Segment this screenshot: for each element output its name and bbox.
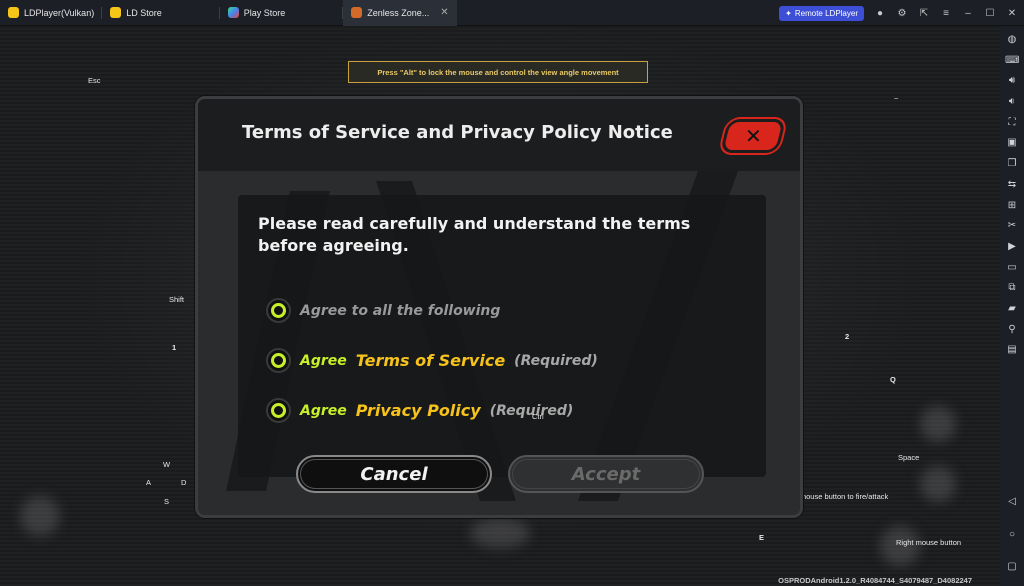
copy-icon[interactable]: ⧉ bbox=[1005, 281, 1019, 295]
dialog-close-button[interactable]: ✕ bbox=[719, 119, 787, 153]
close-window-icon[interactable]: ✕ bbox=[1006, 8, 1018, 19]
tab-label: Zenless Zone... bbox=[367, 7, 430, 18]
title-bar: LDPlayer(Vulkan) LD Store Play Store Zen… bbox=[0, 0, 1024, 26]
key-hint-e: E bbox=[759, 533, 765, 542]
minimize-icon[interactable]: – bbox=[962, 8, 974, 19]
keyboard-icon[interactable]: ▭ bbox=[1005, 261, 1019, 275]
close-tab-icon[interactable]: ✕ bbox=[440, 7, 448, 18]
maximize-icon[interactable]: ☐ bbox=[984, 8, 996, 19]
key-hint-q: Q bbox=[890, 375, 896, 384]
key-hint-right-mouse: Right mouse button bbox=[896, 538, 962, 547]
key-hint-esc: Esc bbox=[88, 76, 101, 85]
apk-install-icon[interactable]: ⊞ bbox=[1005, 199, 1019, 213]
terms-notice: Please read carefully and understand the… bbox=[258, 214, 691, 255]
privacy-policy-link[interactable]: Privacy Policy bbox=[356, 401, 481, 420]
window-controls: ✦ Remote LDPlayer ● ⚙ ⇱ ≡ – ☐ ✕ bbox=[779, 0, 1018, 26]
agree-tos-option[interactable]: Agree Terms of Service (Required) bbox=[266, 348, 598, 373]
game-view[interactable]: Esc ~ Shift 1 2 F1 F2 Q F Space W A D S … bbox=[0, 26, 1000, 586]
key-hint-d: D bbox=[181, 478, 187, 487]
keyboard-mapping-icon[interactable]: ◍ bbox=[1005, 33, 1019, 47]
terms-dialog: Terms of Service and Privacy Policy Noti… bbox=[195, 96, 803, 518]
record-icon[interactable]: ▣ bbox=[1005, 136, 1019, 150]
remote-ldplayer-button[interactable]: ✦ Remote LDPlayer bbox=[779, 5, 864, 21]
accept-button[interactable]: Accept bbox=[508, 455, 704, 493]
multi-instance-icon[interactable]: ❐ bbox=[1005, 157, 1019, 171]
video-icon[interactable]: ▶ bbox=[1005, 240, 1019, 254]
key-hint-space: Space bbox=[898, 453, 920, 462]
gamepad-icon[interactable]: ⌨ bbox=[1005, 54, 1019, 68]
radio-button-icon[interactable] bbox=[266, 348, 291, 373]
tab-ld-store[interactable]: LD Store bbox=[102, 0, 220, 26]
home-icon[interactable]: ○ bbox=[1005, 528, 1019, 542]
key-hint-1: 1 bbox=[172, 343, 177, 352]
alt-lock-banner: Press "Alt" to lock the mouse and contro… bbox=[348, 61, 648, 83]
account-icon[interactable]: ● bbox=[874, 8, 886, 19]
folder-icon[interactable]: ▰ bbox=[1005, 302, 1019, 316]
tab-ldplayer[interactable]: LDPlayer(Vulkan) bbox=[0, 0, 103, 26]
radio-button-icon[interactable] bbox=[266, 398, 291, 423]
cancel-button[interactable]: Cancel bbox=[296, 455, 492, 493]
terms-panel: Please read carefully and understand the… bbox=[238, 195, 766, 477]
screenshot-icon[interactable]: ⛶ bbox=[1005, 116, 1019, 130]
tab-zenless-zone[interactable]: Zenless Zone... ✕ bbox=[343, 0, 457, 26]
scissors-icon[interactable]: ✂ bbox=[1005, 219, 1019, 233]
pin-icon[interactable]: ⇱ bbox=[918, 8, 930, 19]
required-label: (Required) bbox=[514, 352, 598, 369]
key-hint-w: W bbox=[163, 460, 171, 469]
blurred-decoration bbox=[920, 466, 956, 502]
nav-buttons: ◁ ○ ▢ bbox=[1000, 492, 1024, 578]
back-icon[interactable]: ◁ bbox=[1005, 495, 1019, 509]
dialog-header: Terms of Service and Privacy Policy Noti… bbox=[198, 99, 800, 171]
blurred-decoration bbox=[20, 496, 60, 536]
key-hint-ctrl: Ctrl bbox=[532, 412, 544, 421]
emulator-window: LDPlayer(Vulkan) LD Store Play Store Zen… bbox=[0, 0, 1024, 586]
game-icon bbox=[351, 7, 363, 18]
settings-icon[interactable]: ⚙ bbox=[896, 8, 908, 19]
blurred-decoration bbox=[920, 406, 956, 442]
agree-label: Agree bbox=[300, 352, 347, 369]
tab-label: Play Store bbox=[243, 7, 286, 18]
key-hint-2: 2 bbox=[845, 332, 850, 341]
version-string: OSPRODAndroid1.2.0_R4084744_S4079487_D40… bbox=[778, 576, 972, 585]
key-hint-s: S bbox=[164, 497, 170, 506]
tab-label: LDPlayer(Vulkan) bbox=[24, 7, 95, 18]
location-icon[interactable]: ⚲ bbox=[1005, 323, 1019, 337]
key-hint-a: A bbox=[146, 478, 152, 487]
remote-label: Remote LDPlayer bbox=[794, 8, 858, 18]
ldplayer-logo-icon bbox=[8, 7, 19, 18]
key-hint-shift: Shift bbox=[169, 295, 185, 304]
radio-button-icon[interactable] bbox=[266, 298, 291, 323]
agree-privacy-option[interactable]: Agree Privacy Policy (Required) bbox=[266, 398, 573, 423]
key-hint-tilde: ~ bbox=[894, 94, 899, 103]
menu-icon[interactable]: ≡ bbox=[940, 8, 952, 19]
volume-down-icon[interactable]: 🔉︎ bbox=[1005, 95, 1019, 109]
tab-label: LD Store bbox=[126, 7, 162, 18]
tab-play-store[interactable]: Play Store bbox=[220, 0, 344, 26]
play-store-icon bbox=[227, 7, 239, 18]
close-icon: ✕ bbox=[744, 124, 762, 148]
volume-up-icon[interactable]: 🔊︎ bbox=[1005, 74, 1019, 88]
blurred-decoration bbox=[470, 518, 530, 548]
agree-label: Agree bbox=[300, 402, 347, 419]
more-icon[interactable]: ▤ bbox=[1005, 343, 1019, 357]
recent-apps-icon[interactable]: ▢ bbox=[1005, 560, 1019, 574]
agree-all-option[interactable]: Agree to all the following bbox=[266, 298, 500, 323]
terms-of-service-link[interactable]: Terms of Service bbox=[356, 351, 505, 370]
sync-icon[interactable]: ⇆ bbox=[1005, 178, 1019, 192]
remote-icon: ✦ bbox=[785, 8, 792, 18]
agree-all-label: Agree to all the following bbox=[300, 302, 501, 319]
dialog-title: Terms of Service and Privacy Policy Noti… bbox=[242, 122, 673, 143]
gamepad-icon bbox=[110, 7, 122, 18]
right-toolbar: ◍ ⌨ 🔊︎ 🔉︎ ⛶ ▣ ❐ ⇆ ⊞ ✂ ▶ ▭ ⧉ ▰ ⚲ ▤ ◁ ○ ▢ bbox=[1000, 26, 1024, 586]
